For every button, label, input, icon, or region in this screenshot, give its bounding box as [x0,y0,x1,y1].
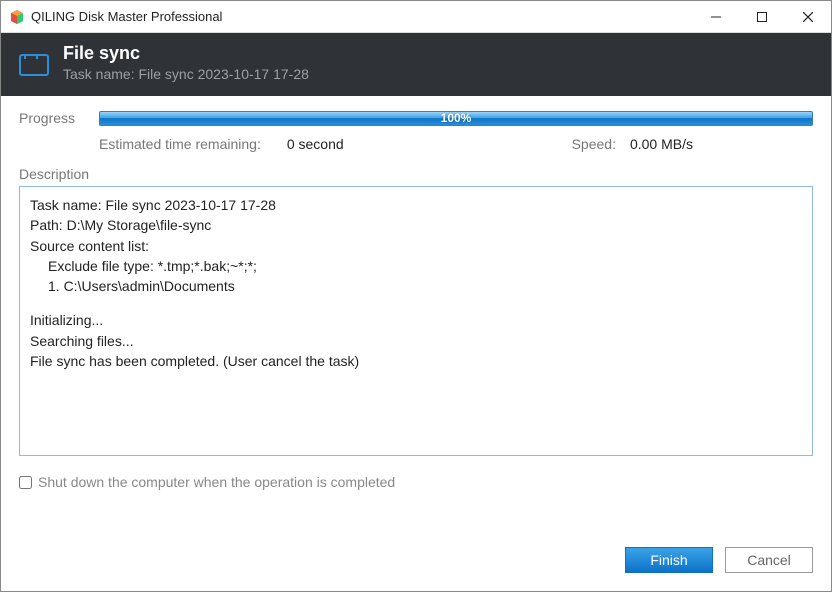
progress-bar: 100% [99,111,813,126]
window-title: QILING Disk Master Professional [31,9,693,24]
task-name-label: Task name: File sync 2023-10-17 17-28 [63,66,309,82]
shutdown-checkbox-row[interactable]: Shut down the computer when the operatio… [19,474,813,490]
progress-percent: 100% [441,111,472,125]
content: Progress 100% Estimated time remaining: … [1,96,831,547]
header-text: File sync Task name: File sync 2023-10-1… [63,43,309,82]
speed-value: 0.00 MB/s [630,136,693,152]
stats-row: Estimated time remaining: 0 second Speed… [99,136,813,152]
shutdown-label: Shut down the computer when the operatio… [38,474,395,490]
app-window: QILING Disk Master Professional File syn… [0,0,832,592]
cancel-button[interactable]: Cancel [725,547,813,573]
window-controls [693,1,831,32]
estimated-value: 0 second [287,136,344,152]
speed-label: Speed: [572,136,616,152]
log-line: Path: D:\My Storage\file-sync [30,215,802,235]
log-line: 1. C:\Users\admin\Documents [48,276,802,296]
description-label: Description [19,166,813,182]
minimize-button[interactable] [693,1,739,32]
finish-button[interactable]: Finish [625,547,713,573]
button-row: Finish Cancel [1,547,831,591]
app-icon [9,9,25,25]
estimated-label: Estimated time remaining: [99,136,261,152]
log-line: File sync has been completed. (User canc… [30,351,802,371]
log-line: Initializing... [30,310,802,330]
titlebar: QILING Disk Master Professional [1,1,831,33]
folder-icon [19,54,49,76]
log-line: Source content list: [30,236,802,256]
progress-row: Progress 100% [19,110,813,126]
log-line: Task name: File sync 2023-10-17 17-28 [30,195,802,215]
header: File sync Task name: File sync 2023-10-1… [1,33,831,96]
close-button[interactable] [785,1,831,32]
maximize-button[interactable] [739,1,785,32]
progress-label: Progress [19,110,99,126]
description-box: Task name: File sync 2023-10-17 17-28 Pa… [19,186,813,456]
page-title: File sync [63,43,309,64]
log-line: Exclude file type: *.tmp;*.bak;~*;*; [48,256,802,276]
log-line: Searching files... [30,331,802,351]
shutdown-checkbox[interactable] [19,476,32,489]
